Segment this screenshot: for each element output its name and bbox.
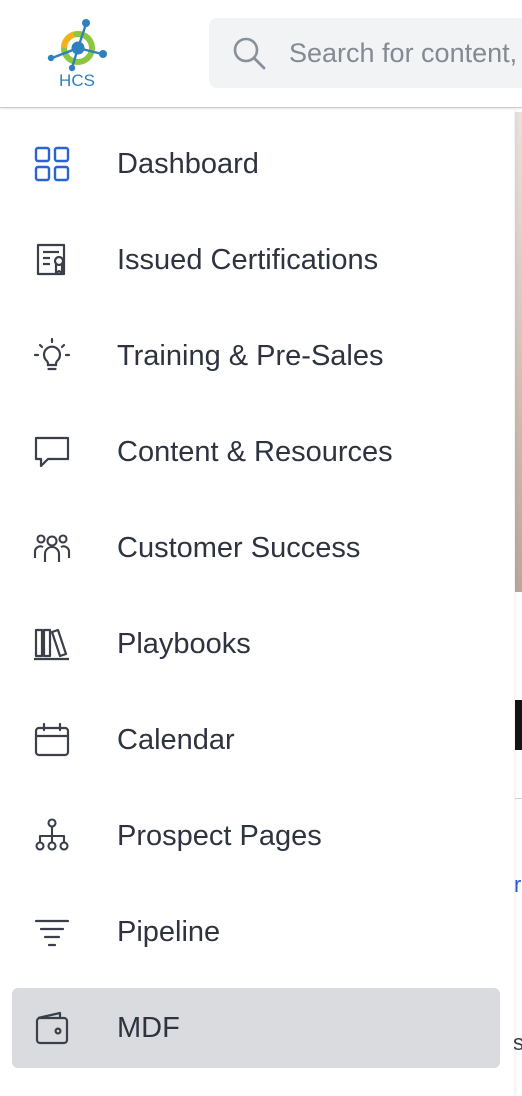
sitemap-icon	[32, 816, 72, 856]
filter-icon	[32, 912, 72, 952]
search-icon	[231, 35, 267, 71]
sidebar-item-label: Content & Resources	[117, 436, 393, 468]
search-bar[interactable]	[209, 18, 522, 88]
certificate-icon	[32, 240, 72, 280]
peek-body-text: s	[513, 1030, 522, 1055]
sidebar-item-label: Playbooks	[117, 628, 251, 660]
top-header: HCS	[0, 0, 522, 108]
sidebar-item-content-resources[interactable]: Content & Resources	[12, 412, 500, 492]
dark-banner-edge	[515, 700, 522, 750]
users-icon	[32, 528, 72, 568]
sidebar-item-prospect-pages[interactable]: Prospect Pages	[12, 796, 500, 876]
sidebar-item-label: Dashboard	[117, 148, 259, 180]
sidebar-item-label: Calendar	[117, 724, 235, 756]
sidebar-item-training-pre-sales[interactable]: Training & Pre-Sales	[12, 316, 500, 396]
sidebar-item-label: Pipeline	[117, 916, 221, 948]
search-input[interactable]	[289, 18, 522, 88]
sidebar-item-issued-certifications[interactable]: Issued Certifications	[12, 220, 500, 300]
lightbulb-icon	[32, 336, 72, 376]
chat-bubble-icon	[32, 432, 72, 472]
sidebar-item-calendar[interactable]: Calendar	[12, 700, 500, 780]
sidebar-item-label: Prospect Pages	[117, 820, 322, 852]
wallet-icon	[32, 1008, 72, 1048]
sidebar-item-label: Customer Success	[117, 532, 361, 564]
divider	[515, 798, 522, 799]
sidebar-item-customer-success[interactable]: Customer Success	[12, 508, 500, 588]
grid-icon	[32, 144, 72, 184]
sidebar-item-label: Training & Pre-Sales	[117, 340, 384, 372]
sidebar-item-pipeline[interactable]: Pipeline	[12, 892, 500, 972]
sidebar-item-label: Issued Certifications	[117, 244, 379, 276]
sidebar-item-dashboard[interactable]: Dashboard	[12, 124, 500, 204]
peek-link-text[interactable]: r	[514, 872, 521, 898]
hero-image-edge	[515, 112, 522, 592]
sidebar-item-mdf[interactable]: MDF	[12, 988, 500, 1068]
sidebar-item-label: MDF	[117, 1012, 180, 1044]
hcs-logo[interactable]: HCS	[44, 16, 114, 90]
books-icon	[32, 624, 72, 664]
sidebar-nav: Dashboard Issued Certifications Training…	[0, 109, 514, 1096]
sidebar-item-playbooks[interactable]: Playbooks	[12, 604, 500, 684]
calendar-icon	[32, 720, 72, 760]
logo-text: HCS	[59, 71, 95, 90]
